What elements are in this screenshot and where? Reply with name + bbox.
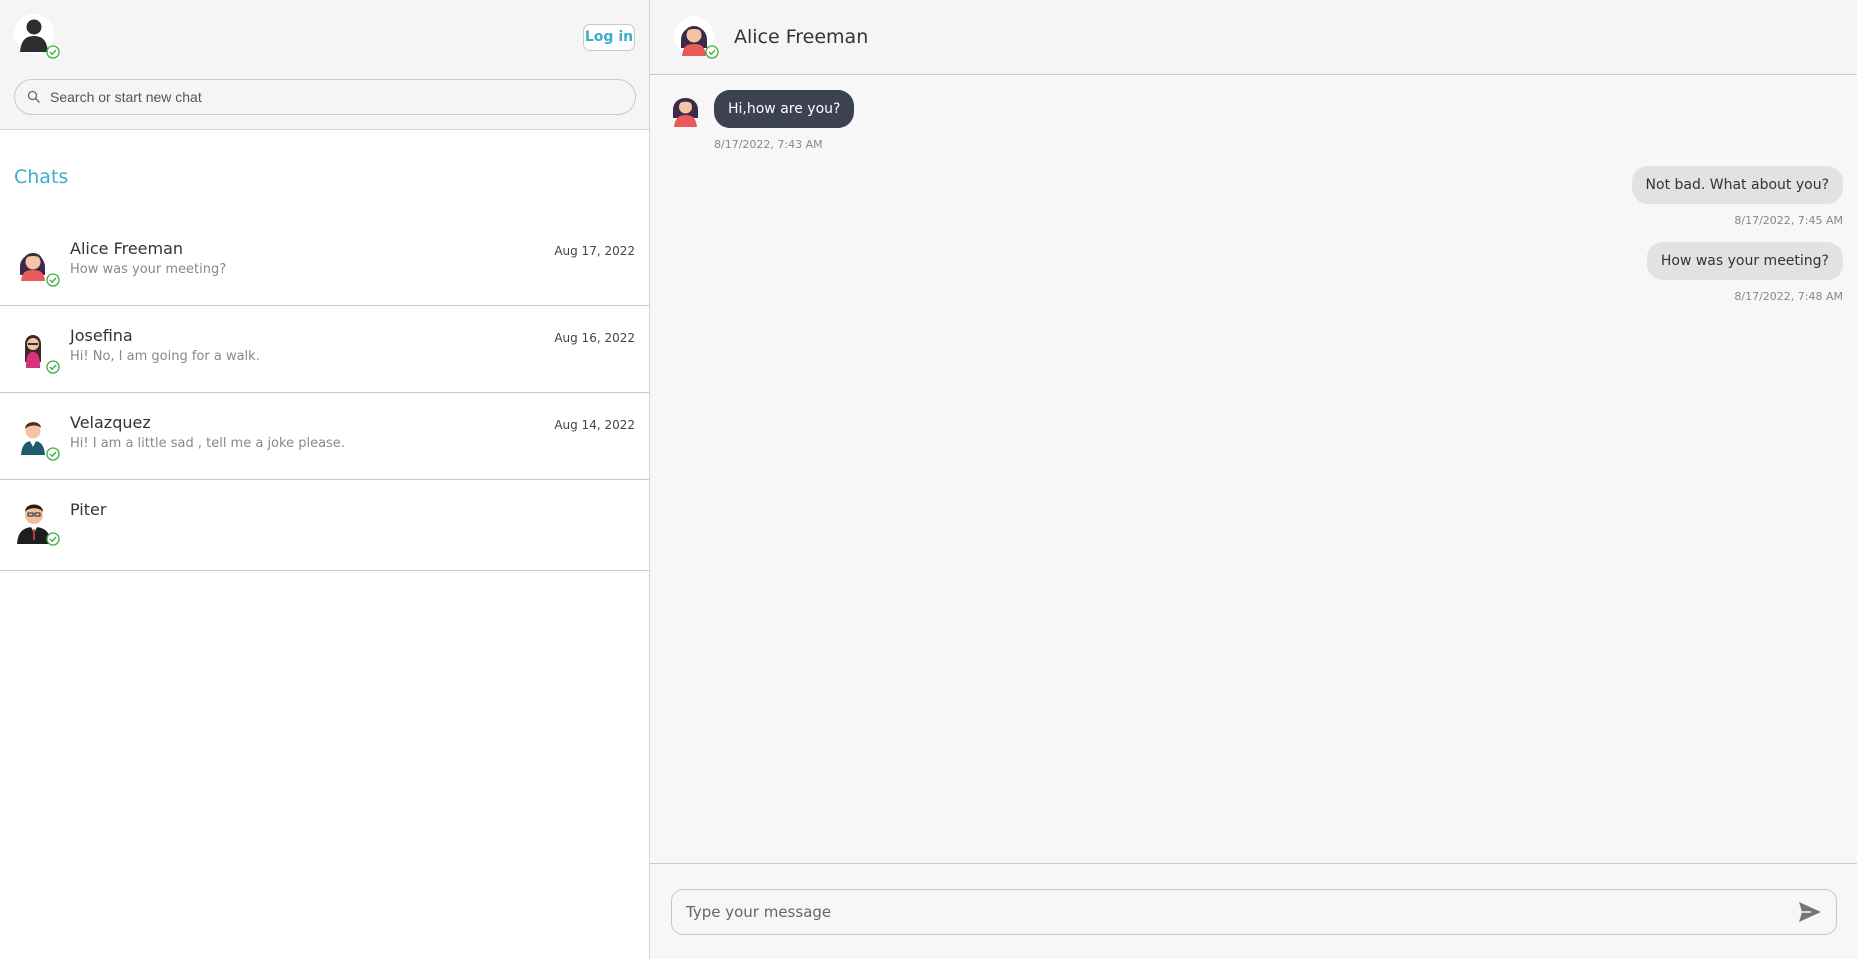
message-timestamp: 8/17/2022, 7:45 AM bbox=[1734, 214, 1843, 227]
avatar bbox=[14, 241, 62, 294]
search-input[interactable] bbox=[50, 80, 620, 114]
message-bubble-incoming: Hi,how are you? bbox=[714, 90, 855, 128]
chat-name: Josefina bbox=[70, 326, 133, 345]
chat-app: Log in Chats bbox=[0, 0, 1857, 959]
chat-name: Alice Freeman bbox=[70, 239, 184, 258]
online-check-icon bbox=[46, 447, 60, 461]
conversation-header: Alice Freeman bbox=[650, 0, 1857, 75]
chat-item-piter[interactable]: Piter bbox=[0, 480, 649, 571]
avatar bbox=[14, 498, 62, 555]
message-input-box[interactable] bbox=[671, 889, 1837, 935]
online-check-icon bbox=[705, 45, 719, 59]
chats-heading: Chats bbox=[14, 166, 69, 188]
message-bubble-outgoing: How was your meeting? bbox=[1646, 242, 1843, 280]
sidebar-header: Log in bbox=[0, 0, 649, 130]
message-timestamp: 8/17/2022, 7:43 AM bbox=[714, 138, 823, 151]
chat-name: Velazquez bbox=[70, 413, 151, 432]
sender-avatar bbox=[671, 92, 701, 133]
search-bar[interactable] bbox=[14, 79, 636, 115]
message-bubble-outgoing: Not bad. What about you? bbox=[1631, 166, 1843, 204]
chat-preview: Hi! No, I am going for a walk. bbox=[70, 349, 260, 364]
online-check-icon bbox=[46, 45, 60, 59]
online-check-icon bbox=[46, 273, 60, 287]
login-button[interactable]: Log in bbox=[583, 24, 635, 51]
sidebar: Log in Chats bbox=[0, 0, 650, 959]
chat-preview: How was your meeting? bbox=[70, 262, 227, 277]
chat-item-josefina[interactable]: Josefina Hi! No, I am going for a walk. … bbox=[0, 306, 649, 393]
chat-preview: Hi! I am a little sad , tell me a joke p… bbox=[70, 436, 345, 451]
message-input[interactable] bbox=[686, 890, 1786, 934]
avatar bbox=[14, 328, 62, 381]
avatar bbox=[14, 415, 62, 468]
send-icon[interactable] bbox=[1798, 901, 1822, 923]
chat-date: Aug 17, 2022 bbox=[554, 244, 635, 258]
message-timestamp: 8/17/2022, 7:48 AM bbox=[1734, 290, 1843, 303]
search-icon bbox=[27, 90, 40, 103]
conversation-panel: Alice Freeman Hi,how are you? 8/17/2022,… bbox=[650, 0, 1857, 959]
chat-item-velazquez[interactable]: Velazquez Hi! I am a little sad , tell m… bbox=[0, 393, 649, 480]
chat-list: Alice Freeman How was your meeting? Aug … bbox=[0, 219, 649, 571]
chat-date: Aug 16, 2022 bbox=[554, 331, 635, 345]
message-list: Hi,how are you? 8/17/2022, 7:43 AM Not b… bbox=[650, 75, 1857, 863]
conversation-title: Alice Freeman bbox=[734, 26, 869, 48]
message-composer bbox=[650, 863, 1857, 959]
my-avatar[interactable] bbox=[14, 14, 60, 59]
online-check-icon bbox=[46, 532, 60, 546]
chat-date: Aug 14, 2022 bbox=[554, 418, 635, 432]
online-check-icon bbox=[46, 360, 60, 374]
chat-name: Piter bbox=[70, 500, 107, 519]
chat-item-alice-freeman[interactable]: Alice Freeman How was your meeting? Aug … bbox=[0, 219, 649, 306]
contact-avatar[interactable] bbox=[674, 16, 722, 69]
